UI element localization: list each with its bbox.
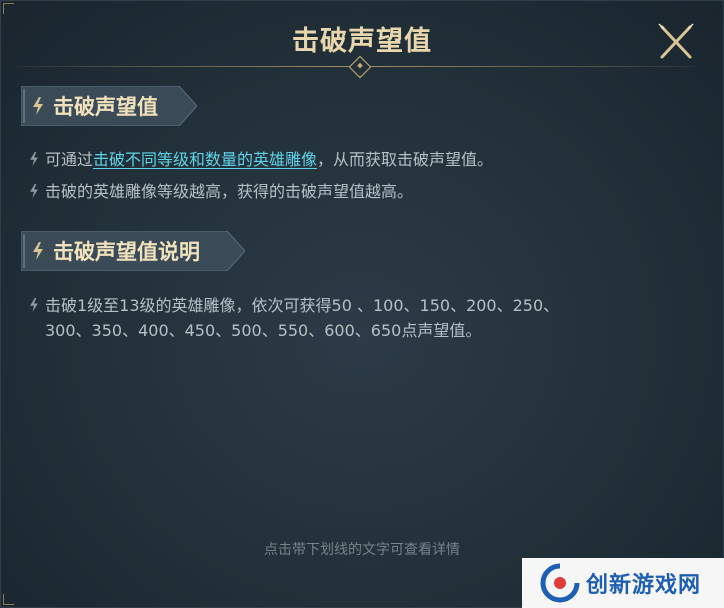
- close-button[interactable]: [653, 19, 699, 65]
- watermark-logo-icon: [540, 563, 580, 603]
- section-title: 击破声望值说明: [53, 240, 200, 264]
- bolt-icon: [33, 242, 43, 260]
- info-line: 可通过击破不同等级和数量的英雄雕像，从而获取击破声望值。: [27, 148, 493, 172]
- close-icon: [658, 23, 694, 59]
- section-title: 击破声望值: [53, 95, 158, 119]
- info-line: 击破1级至13级的英雄雕像，依次可获得50 、100、150、200、250、: [27, 294, 559, 318]
- footer-hint: 点击带下划线的文字可查看详情: [264, 542, 460, 558]
- corner-ornament: [3, 3, 14, 14]
- bolt-icon: [30, 184, 38, 198]
- watermark-text: 创新游戏网: [586, 573, 702, 598]
- dialog-title: 击破声望值: [292, 26, 432, 57]
- hero-statue-link[interactable]: 击破不同等级和数量的英雄雕像: [93, 150, 317, 169]
- diamond-ornament-icon: [348, 55, 372, 79]
- reputation-dialog: 击破声望值 击破声望值 可通过击破不同等级和数量的英雄雕像，从而获取击破声望值。…: [0, 0, 724, 608]
- info-line: 击破的英雄雕像等级越高，获得的击破声望值越高。: [27, 180, 413, 204]
- bolt-icon: [30, 298, 38, 312]
- corner-ornament: [3, 594, 14, 605]
- bolt-icon: [33, 97, 43, 115]
- watermark: 创新游戏网: [522, 558, 724, 608]
- bolt-icon: [30, 152, 38, 166]
- section-tab-reputation: 击破声望值: [21, 86, 197, 126]
- info-line-continued: 300、350、400、450、500、550、600、650点声望值。: [45, 321, 482, 340]
- section-tab-explanation: 击破声望值说明: [21, 231, 245, 271]
